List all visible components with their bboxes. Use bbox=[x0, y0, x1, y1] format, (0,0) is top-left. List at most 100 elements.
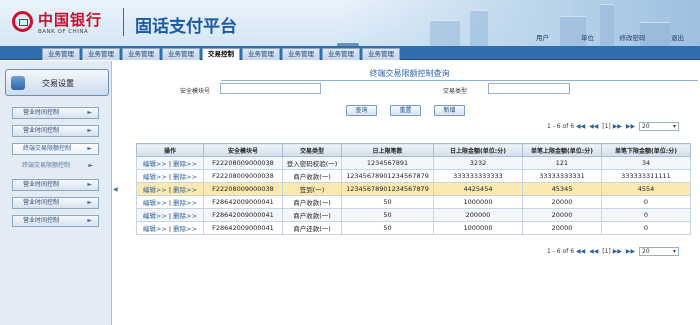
first-page-icon[interactable]: ◀◀ bbox=[576, 123, 585, 130]
edit-link[interactable]: 编辑>> bbox=[143, 212, 167, 220]
delete-link[interactable]: 删除>> bbox=[173, 186, 197, 194]
pagination-top: 1 - 6 of 6 ◀◀ ◀◀ [1] ▶▶ ▶▶ 20 bbox=[547, 122, 679, 132]
sidebar-item-business-hours[interactable]: 营业时间控制 ► bbox=[12, 125, 99, 137]
add-button[interactable]: 新增 bbox=[434, 105, 465, 116]
delete-link[interactable]: 删除>> bbox=[173, 225, 197, 233]
sidebar-item-business-hours[interactable]: 营业时间控制 ► bbox=[12, 215, 99, 227]
nav-tab-business[interactable]: 业务管理 bbox=[42, 48, 80, 60]
last-page-icon[interactable]: ▶▶ bbox=[626, 123, 635, 130]
delete-link[interactable]: 删除>> bbox=[173, 212, 197, 220]
edit-link[interactable]: 编辑>> bbox=[143, 186, 167, 194]
main-nav: 业务管理 业务管理 业务管理 业务管理 交易控制 业务管理 业务管理 业务管理 … bbox=[0, 46, 700, 60]
row-actions: 编辑>> | 删除>> bbox=[136, 221, 204, 235]
sidebar-item-business-hours[interactable]: 营业时间控制 ► bbox=[12, 179, 99, 191]
page-size-select[interactable]: 20 bbox=[639, 122, 679, 131]
header-banner: 中国银行 BANK OF CHINA 固话支付平台 用户 单位 修改密码 退出 bbox=[0, 0, 700, 46]
cell-module: F28642009000041 bbox=[203, 195, 283, 209]
top-link-unit[interactable]: 单位 bbox=[565, 32, 610, 42]
table-row[interactable]: 编辑>> | 删除>> F28642009000041 商户收款(一) 50 2… bbox=[136, 208, 691, 222]
table-row[interactable]: 编辑>> | 删除>> F22208009000038 登入密码校验(一) 12… bbox=[136, 156, 691, 170]
nav-tab-business[interactable]: 业务管理 bbox=[362, 48, 400, 60]
nav-tab-transaction-control[interactable]: 交易控制 bbox=[202, 48, 240, 60]
cell-single-max: 20000 bbox=[522, 221, 602, 235]
chevron-right-icon: ► bbox=[87, 109, 92, 116]
cell-module: F22208009000038 bbox=[203, 156, 283, 170]
col-header-daily-amount[interactable]: 日上限金额(单位:分) bbox=[433, 143, 523, 157]
sidebar: 交易设置 营业时间控制 ► 营业时间控制 ► 终端交易限额控制 ► 终端交易限额控制 ►… bbox=[0, 61, 112, 325]
cell-daily-count: 50 bbox=[341, 221, 434, 235]
pagination-info: 1 - 6 of 6 bbox=[547, 248, 575, 255]
sidebar-item-terminal-limit[interactable]: 终端交易限额控制 ► bbox=[12, 161, 99, 173]
current-page: [1] bbox=[602, 248, 611, 255]
nav-tab-business[interactable]: 业务管理 bbox=[322, 48, 360, 60]
prev-page-icon[interactable]: ◀◀ bbox=[589, 248, 598, 255]
cell-module: F28642009000041 bbox=[203, 221, 283, 235]
cell-single-max: 45345 bbox=[522, 182, 602, 196]
header-divider bbox=[123, 8, 124, 36]
page-size-select[interactable]: 20 bbox=[639, 247, 679, 256]
cell-module: F22208009000038 bbox=[203, 169, 283, 183]
cell-type: 商户收款(一) bbox=[282, 195, 342, 209]
prev-page-icon[interactable]: ◀◀ bbox=[589, 123, 598, 130]
col-header-daily-count[interactable]: 日上限笔数 bbox=[341, 143, 434, 157]
cell-type: 商户收款(一) bbox=[282, 208, 342, 222]
top-link-logout[interactable]: 退出 bbox=[655, 32, 700, 42]
transaction-type-input[interactable] bbox=[488, 83, 570, 94]
delete-link[interactable]: 删除>> bbox=[173, 160, 197, 168]
edit-link[interactable]: 编辑>> bbox=[143, 173, 167, 181]
cell-type: 签到(一) bbox=[282, 182, 342, 196]
edit-link[interactable]: 编辑>> bbox=[143, 225, 167, 233]
col-header-single-max[interactable]: 单笔上限金额(单位:分) bbox=[522, 143, 602, 157]
sidebar-item-terminal-limit[interactable]: 终端交易限额控制 ► bbox=[12, 143, 99, 155]
nav-tab-business[interactable]: 业务管理 bbox=[242, 48, 280, 60]
cell-single-min: 34 bbox=[601, 156, 691, 170]
query-button[interactable]: 查询 bbox=[346, 105, 377, 116]
cell-daily-count: 12345678901234567879 bbox=[341, 169, 434, 183]
limit-table: 操作 安全模块号 交易类型 日上限笔数 日上限金额(单位:分) 单笔上限金额(单… bbox=[136, 143, 691, 235]
cell-daily-count: 50 bbox=[341, 208, 434, 222]
table-row-selected[interactable]: 编辑>> | 删除>> F22208009000038 签到(一) 123456… bbox=[136, 182, 691, 196]
chevron-right-icon: ► bbox=[87, 181, 92, 188]
cell-single-max: 20000 bbox=[522, 208, 602, 222]
col-header-single-min[interactable]: 单笔下限金额(单位:分) bbox=[601, 143, 691, 157]
next-page-icon[interactable]: ▶▶ bbox=[613, 248, 622, 255]
col-header-action: 操作 bbox=[136, 143, 204, 157]
first-page-icon[interactable]: ◀◀ bbox=[576, 248, 585, 255]
cell-single-min: 0 bbox=[601, 208, 691, 222]
table-row[interactable]: 编辑>> | 删除>> F28642009000041 商户还款(一) 50 1… bbox=[136, 221, 691, 235]
sidebar-item-business-hours[interactable]: 营业时间控制 ► bbox=[12, 107, 99, 119]
sidebar-item-business-hours[interactable]: 营业时间控制 ► bbox=[12, 197, 99, 209]
col-header-type[interactable]: 交易类型 bbox=[282, 143, 342, 157]
action-separator: | bbox=[168, 173, 172, 181]
nav-tab-business[interactable]: 业务管理 bbox=[122, 48, 160, 60]
top-link-user[interactable]: 用户 bbox=[520, 32, 565, 42]
transaction-type-label: 交易类型 bbox=[443, 88, 468, 95]
table-row[interactable]: 编辑>> | 删除>> F28642009000041 商户收款(一) 50 1… bbox=[136, 195, 691, 209]
reset-button[interactable]: 重置 bbox=[390, 105, 421, 116]
sidebar-item-label: 营业时间控制 bbox=[23, 199, 60, 206]
cell-single-max: 20000 bbox=[522, 195, 602, 209]
platform-title: 固话支付平台 bbox=[135, 17, 237, 37]
col-header-module[interactable]: 安全模块号 bbox=[203, 143, 283, 157]
sidebar-collapse-icon[interactable]: ◀ bbox=[113, 186, 118, 206]
nav-tab-business[interactable]: 业务管理 bbox=[162, 48, 200, 60]
action-separator: | bbox=[168, 186, 172, 194]
sidebar-item-label: 营业时间控制 bbox=[23, 109, 60, 116]
table-row[interactable]: 编辑>> | 删除>> F22208009000038 商户收款(一) 1234… bbox=[136, 169, 691, 183]
cell-daily-amount: 4425454 bbox=[433, 182, 523, 196]
top-link-change-password[interactable]: 修改密码 bbox=[610, 32, 655, 42]
delete-link[interactable]: 删除>> bbox=[173, 173, 197, 181]
cell-daily-amount: 3232 bbox=[433, 156, 523, 170]
next-page-icon[interactable]: ▶▶ bbox=[613, 123, 622, 130]
last-page-icon[interactable]: ▶▶ bbox=[626, 248, 635, 255]
edit-link[interactable]: 编辑>> bbox=[143, 160, 167, 168]
delete-link[interactable]: 删除>> bbox=[173, 199, 197, 207]
chevron-right-icon: ► bbox=[87, 127, 92, 134]
cell-type: 商户还款(一) bbox=[282, 221, 342, 235]
sidebar-item-label: 营业时间控制 bbox=[23, 181, 60, 188]
sidebar-item-label: 终端交易限额控制 bbox=[22, 162, 71, 169]
module-number-input[interactable] bbox=[220, 83, 321, 94]
edit-link[interactable]: 编辑>> bbox=[143, 199, 167, 207]
nav-tab-business[interactable]: 业务管理 bbox=[82, 48, 120, 60]
nav-tab-business[interactable]: 业务管理 bbox=[282, 48, 320, 60]
